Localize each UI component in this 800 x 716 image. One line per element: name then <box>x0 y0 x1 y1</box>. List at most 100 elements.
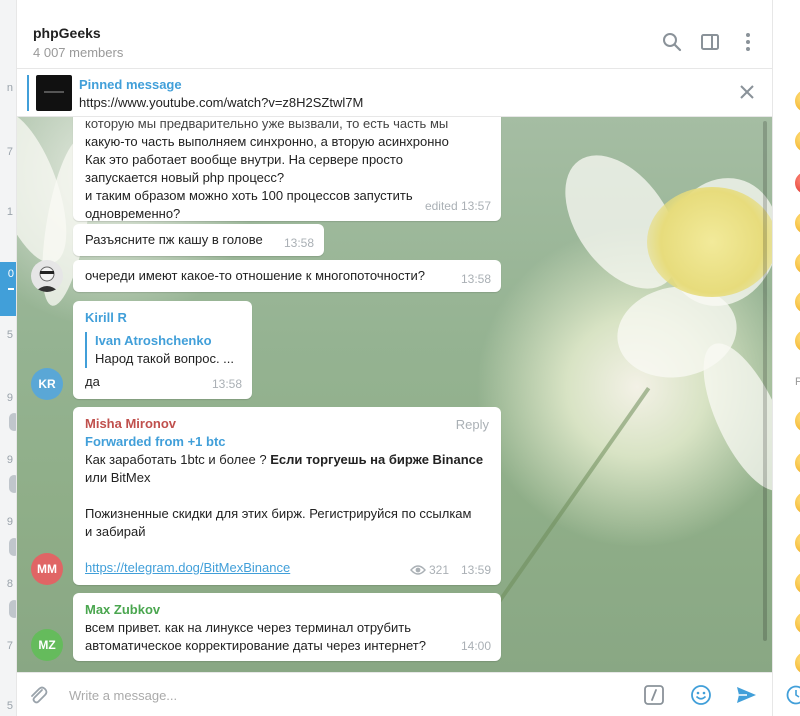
pinned-title: Pinned message <box>79 77 182 92</box>
message-bubble[interactable]: очереди имеют какое-то отношение к много… <box>73 260 501 292</box>
emoji-panel[interactable]: P <box>772 0 800 716</box>
sender-name[interactable]: Misha Mironov <box>85 415 489 433</box>
message-text: и забирай <box>85 524 146 539</box>
message-text: Разъясните пж кашу в голове <box>85 232 263 247</box>
message-text-line: Как заработать 1btc и более ? Если торгу… <box>85 451 489 469</box>
emoji-item[interactable] <box>795 652 800 674</box>
emoji-item[interactable] <box>795 130 800 152</box>
window-top-margin <box>17 0 800 15</box>
emoji-item[interactable] <box>795 252 800 274</box>
message-history[interactable]: которую мы предварительно уже вызвали, т… <box>17 117 772 672</box>
chat-list-fragment: 9 <box>6 516 13 528</box>
chat-list-fragment: 5 <box>6 700 13 712</box>
chat-list-fragment: n <box>6 82 13 94</box>
message-time: edited 13:57 <box>424 199 491 213</box>
pinned-accent-bar <box>27 75 29 111</box>
eye-icon <box>410 565 426 575</box>
message-time: 14:00 <box>460 639 491 653</box>
emoji-item[interactable] <box>795 452 800 474</box>
message-text: автоматическое корректирование даты чере… <box>85 638 426 653</box>
person-icon <box>35 266 59 292</box>
pinned-text[interactable]: https://www.youtube.com/watch?v=z8H2SZtw… <box>79 95 363 110</box>
message-time: 13:58 <box>460 272 491 286</box>
sidebar-toggle-icon[interactable] <box>699 31 721 53</box>
message-input[interactable]: Write a message... <box>69 688 177 703</box>
attach-icon[interactable] <box>27 684 49 706</box>
message-text-bold: Если торгуешь на бирже Binance <box>270 452 484 467</box>
message-text: которую мы предварительно уже вызвали, т… <box>85 117 449 131</box>
message-time: 13:59 <box>460 563 491 577</box>
chat-list-fragment: 7 <box>6 146 13 158</box>
emoji-item[interactable] <box>795 90 800 112</box>
message-bubble[interactable]: Kirill R Ivan Atroshchenko Народ такой в… <box>73 301 252 399</box>
unread-badge <box>9 413 16 431</box>
emoji-item[interactable] <box>795 572 800 594</box>
emoji-item[interactable] <box>795 330 800 352</box>
unread-badge <box>9 538 16 556</box>
unread-badge <box>9 475 16 493</box>
chat-list-fragment: 1 <box>6 206 13 218</box>
reply-button[interactable]: Reply <box>456 416 489 434</box>
reply-quote[interactable]: Ivan Atroshchenko Народ такой вопрос. ..… <box>85 332 240 368</box>
message-composer: Write a message... <box>17 672 772 716</box>
emoji-section-label: P <box>795 376 800 388</box>
message-text: Пожизненные скидки для этих бирж. Регист… <box>85 506 472 521</box>
chat-list-item-active[interactable]: 0 <box>0 262 16 316</box>
emoji-item[interactable] <box>795 172 800 194</box>
recent-clock-icon[interactable] <box>785 684 800 706</box>
typing-indicator <box>8 288 14 290</box>
emoji-item[interactable] <box>795 492 800 514</box>
message-text: запускается новый php процесс? <box>85 170 285 185</box>
emoji-item[interactable] <box>795 612 800 634</box>
avatar-kr[interactable]: KR <box>31 368 63 400</box>
member-count: 4 007 members <box>33 45 124 60</box>
pinned-message-bar[interactable]: Pinned message https://www.youtube.com/w… <box>17 69 772 117</box>
unread-badge <box>9 600 16 618</box>
message-text: Как это работает вообще внутри. На серве… <box>85 152 403 167</box>
message-bubble[interactable]: Max Zubkov всем привет. как на линуксе ч… <box>73 593 501 661</box>
bot-command-icon[interactable] <box>643 684 665 706</box>
chat-scrollbar[interactable] <box>763 121 767 641</box>
message-bubble[interactable]: которую мы предварительно уже вызвали, т… <box>73 117 501 221</box>
avatar-mm[interactable]: MM <box>31 553 63 585</box>
send-icon[interactable] <box>735 684 757 706</box>
reply-text: Народ такой вопрос. ... <box>95 351 235 366</box>
chat-list-fragment: 7 <box>6 640 13 652</box>
search-icon[interactable] <box>661 31 683 53</box>
message-text: Как заработать 1btc и более ? <box>85 452 271 467</box>
forwarded-from[interactable]: Forwarded from +1 btc <box>85 433 489 451</box>
view-count: 321 <box>428 563 449 577</box>
chat-list-fragment: 5 <box>6 329 13 341</box>
emoji-item[interactable] <box>795 532 800 554</box>
message-text: очереди имеют какое-то отношение к много… <box>85 268 425 283</box>
emoji-item[interactable] <box>795 291 800 313</box>
message-text: какую-то часть выполняем синхронно, а вт… <box>85 134 449 149</box>
chat-list-fragment: 8 <box>6 578 13 590</box>
message-bubble[interactable]: Misha Mironov Reply Forwarded from +1 bt… <box>73 407 501 585</box>
pinned-thumbnail <box>36 75 72 111</box>
more-menu-icon[interactable] <box>737 31 759 53</box>
emoji-item[interactable] <box>795 410 800 432</box>
chat-title[interactable]: phpGeeks <box>33 25 101 41</box>
message-time: 13:58 <box>283 236 314 250</box>
background-flower-center <box>647 187 772 297</box>
message-text: всем привет. как на линуксе через термин… <box>85 620 411 635</box>
emoji-icon[interactable] <box>690 684 712 706</box>
emoji-item[interactable] <box>795 212 800 234</box>
chat-header[interactable]: phpGeeks 4 007 members <box>17 15 772 69</box>
background-stem <box>474 387 651 636</box>
sender-name[interactable]: Max Zubkov <box>85 601 489 619</box>
close-icon[interactable] <box>738 83 756 101</box>
sender-name[interactable]: Kirill R <box>85 309 240 327</box>
chat-list-strip[interactable]: n 7 1 0 5 9 9 9 8 7 5 <box>0 0 17 716</box>
chat-list-fragment: 0 <box>7 268 14 280</box>
avatar-mz[interactable]: MZ <box>31 629 63 661</box>
message-text: или BitMex <box>85 470 151 485</box>
user-avatar-photo[interactable] <box>31 260 63 292</box>
reply-author: Ivan Atroshchenko <box>95 333 212 348</box>
message-bubble[interactable]: Разъясните пж кашу в голове 13:58 <box>73 224 324 256</box>
chat-list-fragment: 9 <box>6 392 13 404</box>
telegram-window: n 7 1 0 5 9 9 9 8 7 5 phpGeeks 4 007 mem… <box>0 0 800 716</box>
